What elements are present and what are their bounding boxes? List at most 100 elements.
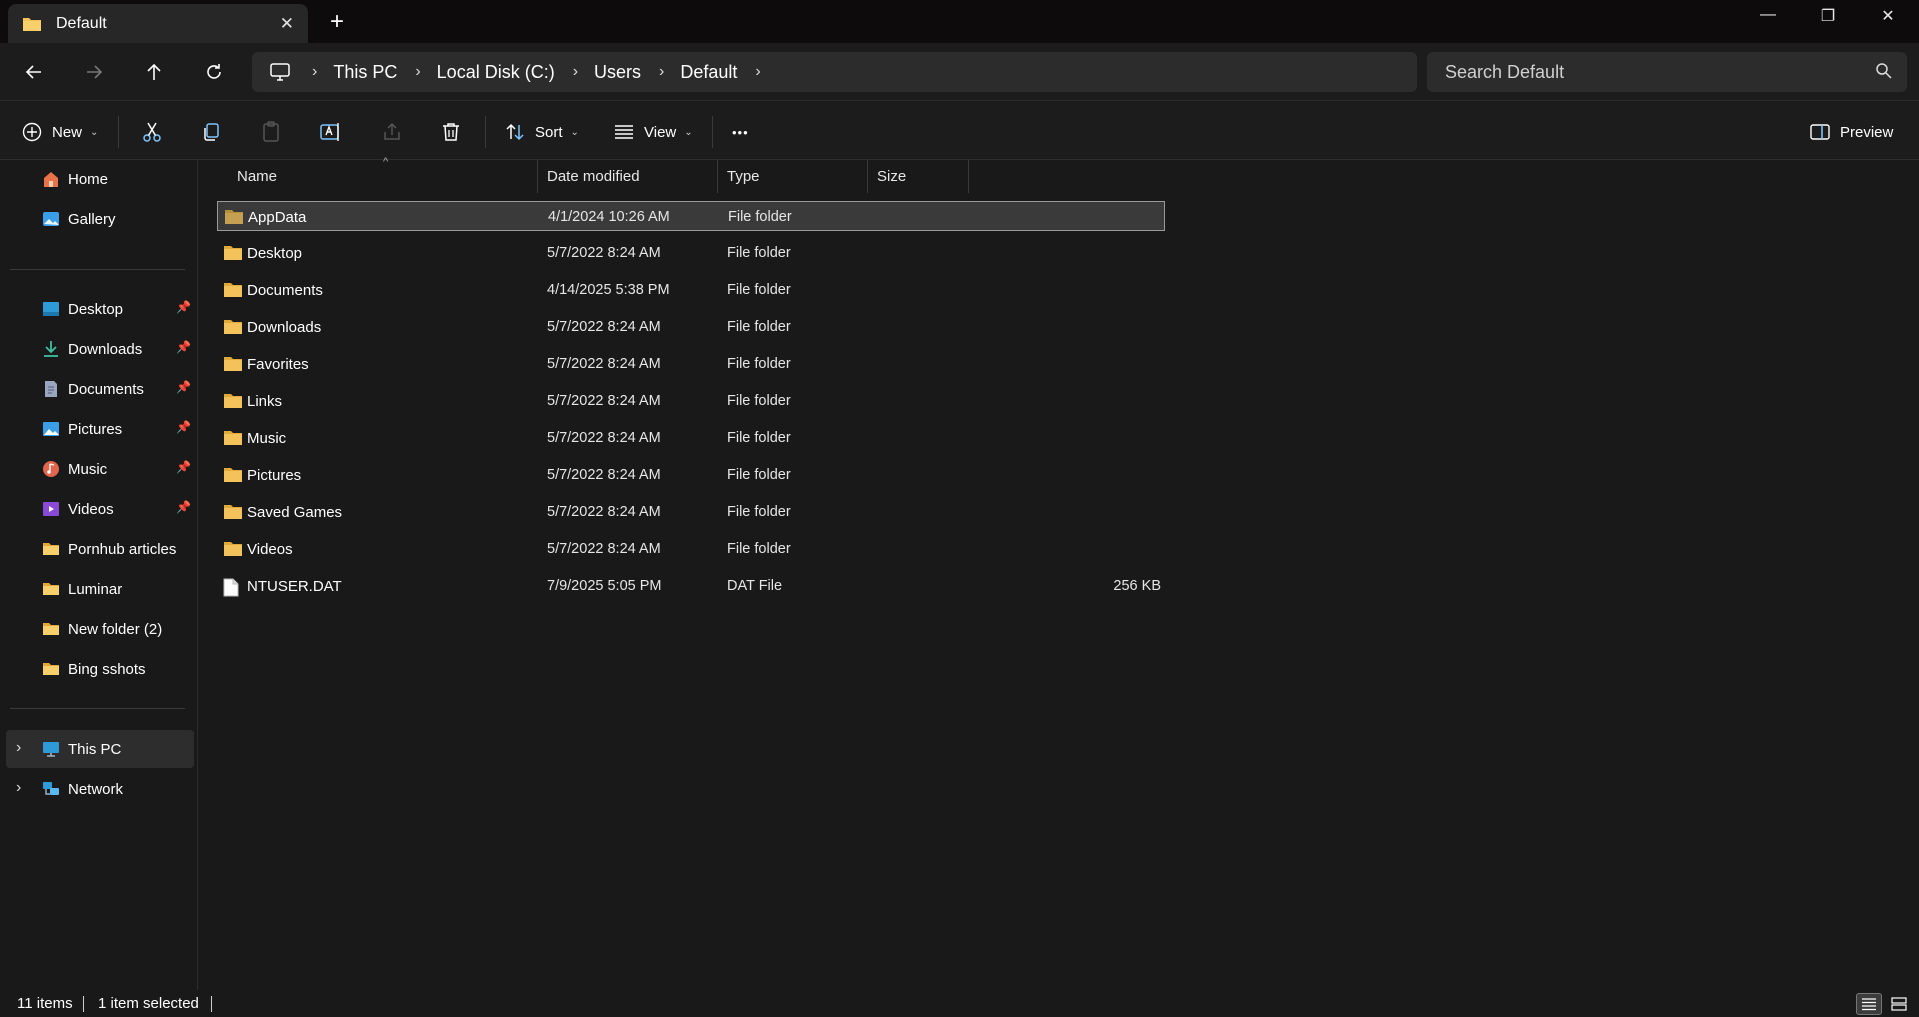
sidebar-item-pornhub-articles[interactable]: Pornhub articles	[0, 530, 195, 568]
folder-icon	[223, 467, 243, 487]
monitor-icon	[270, 63, 290, 81]
tab-title: Default	[56, 14, 107, 32]
tiles-view-button[interactable]	[1886, 993, 1912, 1015]
sidebar-item-network[interactable]: › Network	[0, 770, 195, 808]
file-row[interactable]: Downloads 5/7/2022 8:24 AM File folder	[217, 312, 1165, 342]
preview-button[interactable]: Preview	[1810, 118, 1893, 146]
file-name: Downloads	[247, 319, 322, 336]
search-icon	[1876, 63, 1892, 79]
sidebar-item-bing-sshots[interactable]: Bing sshots	[0, 650, 195, 688]
close-tab-icon[interactable]: ✕	[280, 14, 294, 34]
file-row[interactable]: Music 5/7/2022 8:24 AM File folder	[217, 423, 1165, 453]
folder-icon	[223, 245, 243, 265]
folder-icon	[223, 541, 243, 561]
tab-default[interactable]: Default ✕	[8, 4, 308, 43]
file-type: File folder	[727, 245, 791, 261]
selection-count: 1 item selected	[98, 995, 199, 1012]
search-input[interactable]: Search Default	[1427, 52, 1907, 92]
file-row[interactable]: AppData 4/1/2024 10:26 AM File folder	[217, 201, 1165, 231]
details-view-button[interactable]	[1856, 993, 1882, 1015]
breadcrumb-local-disk[interactable]: Local Disk (C:) ›	[437, 62, 594, 83]
rename-icon	[320, 123, 339, 141]
file-date-modified: 5/7/2022 8:24 AM	[547, 356, 661, 372]
delete-button[interactable]	[442, 118, 460, 146]
sidebar-item-this-pc[interactable]: › This PC	[6, 730, 194, 768]
breadcrumb-sep[interactable]: ›	[290, 63, 333, 81]
column-header-name[interactable]: Name	[228, 160, 538, 193]
pin-icon: 📌	[176, 500, 191, 514]
sidebar-item-pictures[interactable]: Pictures 📌	[0, 410, 195, 448]
file-row[interactable]: Links 5/7/2022 8:24 AM File folder	[217, 386, 1165, 416]
file-date-modified: 5/7/2022 8:24 AM	[547, 319, 661, 335]
chevron-right-icon[interactable]: ›	[16, 779, 21, 797]
paste-button[interactable]	[261, 118, 281, 146]
view-button[interactable]: View ⌄	[614, 118, 693, 146]
view-lines-icon	[615, 125, 633, 139]
view-label: View	[644, 123, 677, 141]
close-window-button[interactable]: ✕	[1876, 6, 1900, 26]
chevron-right-icon[interactable]: ›	[16, 739, 21, 757]
more-icon: •••	[732, 124, 749, 140]
column-header-size[interactable]: Size	[868, 160, 969, 193]
back-button[interactable]	[18, 57, 50, 87]
refresh-icon	[207, 64, 221, 79]
file-name: Desktop	[247, 245, 303, 262]
sidebar-item-music[interactable]: Music 📌	[0, 450, 195, 488]
file-row[interactable]: Favorites 5/7/2022 8:24 AM File folder	[217, 349, 1165, 379]
new-tab-button[interactable]: +	[330, 8, 344, 36]
network-icon	[43, 782, 59, 795]
sort-label: Sort	[535, 123, 563, 141]
plus-circle-icon	[22, 122, 42, 142]
music-icon	[43, 461, 59, 477]
file-date-modified: 4/1/2024 10:26 AM	[548, 209, 670, 225]
sidebar-item-videos[interactable]: Videos 📌	[0, 490, 195, 528]
breadcrumb-default[interactable]: Default ›	[680, 62, 776, 83]
divider	[712, 116, 713, 148]
file-name: Pictures	[247, 467, 302, 484]
file-name: AppData	[248, 209, 307, 226]
file-row[interactable]: Videos 5/7/2022 8:24 AM File folder	[217, 534, 1165, 564]
rename-button[interactable]	[320, 118, 342, 146]
sidebar-item-downloads[interactable]: Downloads 📌	[0, 330, 195, 368]
file-icon	[223, 578, 239, 601]
sidebar-item-documents[interactable]: Documents 📌	[0, 370, 195, 408]
file-row[interactable]: Pictures 5/7/2022 8:24 AM File folder	[217, 460, 1165, 490]
divider	[10, 269, 185, 270]
sidebar-item-new-folder-2[interactable]: New folder (2)	[0, 610, 195, 648]
chevron-down-icon: ⌄	[90, 126, 99, 138]
file-name: Links	[247, 393, 283, 410]
file-row[interactable]: NTUSER.DAT 7/9/2025 5:05 PM DAT File 256 KB	[217, 571, 1165, 601]
share-button[interactable]	[382, 118, 402, 146]
breadcrumb-this-pc[interactable]: This PC ›	[333, 62, 436, 83]
copy-icon	[204, 123, 219, 141]
minimize-button[interactable]: —	[1756, 6, 1780, 24]
sidebar-item-home[interactable]: Home	[0, 160, 195, 198]
navigation-pane: Home Gallery Desktop 📌 Downloads 📌 Docum…	[0, 160, 198, 990]
breadcrumb-users[interactable]: Users ›	[594, 62, 680, 83]
refresh-button[interactable]	[198, 57, 230, 87]
folder-icon	[43, 543, 59, 555]
folder-icon	[223, 430, 243, 450]
cut-button[interactable]	[142, 118, 162, 146]
folder-icon	[223, 282, 243, 302]
column-header-date[interactable]: Date modified	[538, 160, 718, 193]
file-row[interactable]: Desktop 5/7/2022 8:24 AM File folder	[217, 238, 1165, 268]
restore-button[interactable]: ❐	[1816, 6, 1840, 26]
more-options-button[interactable]: •••	[732, 118, 749, 146]
address-bar[interactable]: › This PC › Local Disk (C:) › Users › Defau…	[252, 52, 1417, 92]
file-type: File folder	[728, 209, 792, 225]
file-name: Documents	[247, 282, 323, 299]
sidebar-item-luminar[interactable]: Luminar	[0, 570, 195, 608]
file-row[interactable]: Documents 4/14/2025 5:38 PM File folder	[217, 275, 1165, 305]
sidebar-item-desktop[interactable]: Desktop 📌	[0, 290, 195, 328]
folder-icon	[223, 356, 243, 376]
column-header-type[interactable]: Type	[718, 160, 868, 193]
sort-button[interactable]: Sort ⌄	[505, 118, 579, 146]
file-row[interactable]: Saved Games 5/7/2022 8:24 AM File folder	[217, 497, 1165, 527]
up-button[interactable]	[138, 57, 170, 87]
new-button[interactable]: New ⌄	[22, 118, 98, 146]
forward-button[interactable]	[78, 57, 110, 87]
file-date-modified: 7/9/2025 5:05 PM	[547, 578, 662, 594]
copy-button[interactable]	[201, 118, 221, 146]
sidebar-item-gallery[interactable]: Gallery	[0, 200, 195, 238]
